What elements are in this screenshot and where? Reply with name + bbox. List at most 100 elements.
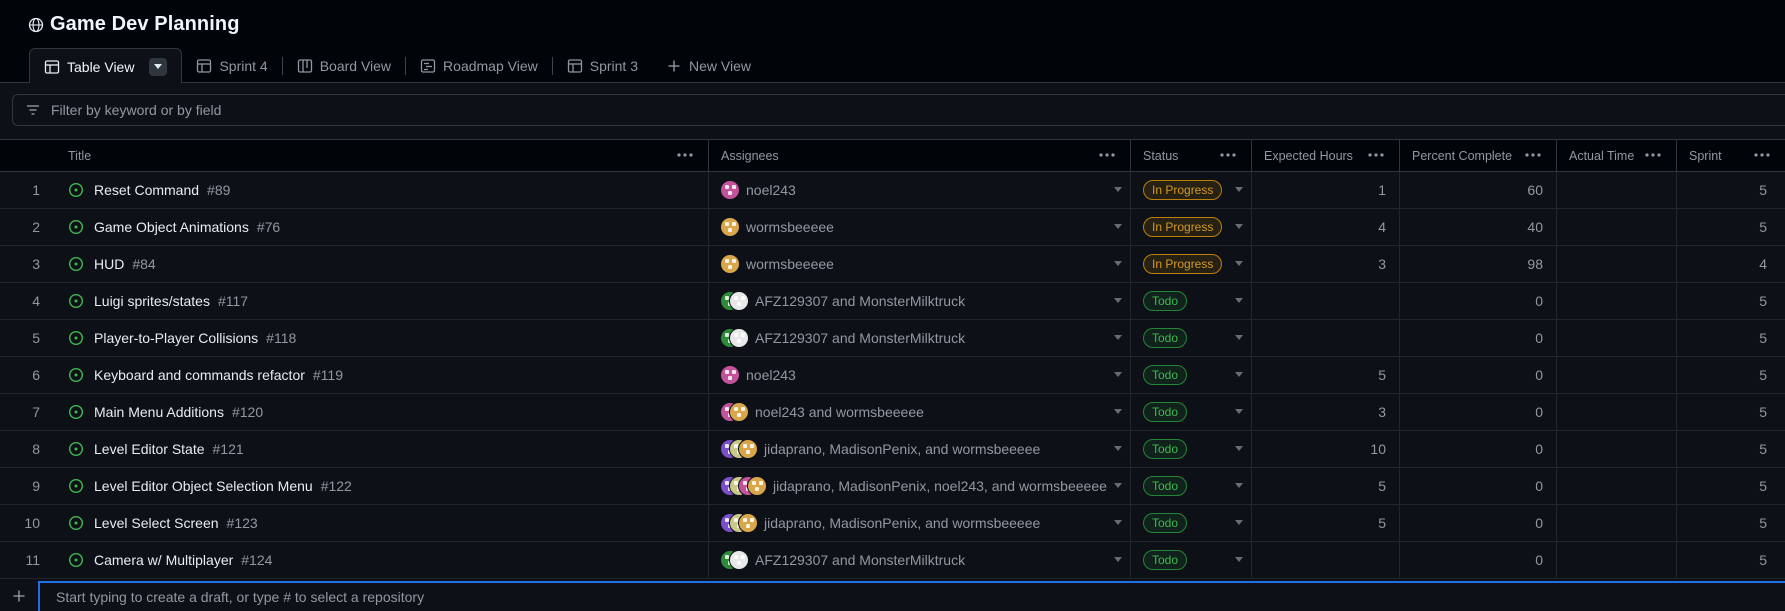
table-row[interactable]: 4 Luigi sprites/states #117 AFZ129307 an… <box>0 283 1785 320</box>
percent-complete-cell[interactable]: 60 <box>1399 172 1556 208</box>
actual-time-cell[interactable] <box>1556 468 1676 504</box>
title-cell[interactable]: Keyboard and commands refactor #119 <box>56 357 708 393</box>
status-cell[interactable]: Todo <box>1130 468 1251 504</box>
chevron-down-icon[interactable] <box>1114 187 1122 193</box>
actual-time-cell[interactable] <box>1556 283 1676 319</box>
actual-time-cell[interactable] <box>1556 320 1676 356</box>
kebab-horizontal-icon[interactable] <box>1753 148 1771 162</box>
assignees-cell[interactable]: AFZ129307 and MonsterMilktruck <box>708 283 1130 319</box>
title-cell[interactable]: Player-to-Player Collisions #118 <box>56 320 708 356</box>
draft-item-input[interactable] <box>38 581 1785 611</box>
table-row[interactable]: 10 Level Select Screen #123 jidaprano, M… <box>0 505 1785 542</box>
percent-complete-cell[interactable]: 40 <box>1399 209 1556 245</box>
sprint-cell[interactable]: 5 <box>1676 283 1785 319</box>
expected-hours-cell[interactable]: 3 <box>1251 394 1399 430</box>
chevron-down-icon[interactable] <box>1235 483 1243 489</box>
assignees-cell[interactable]: jidaprano, MadisonPenix, noel243, and wo… <box>708 468 1130 504</box>
title-cell[interactable]: Camera w/ Multiplayer #124 <box>56 542 708 578</box>
chevron-down-icon[interactable] <box>1114 224 1122 230</box>
status-cell[interactable]: Todo <box>1130 505 1251 541</box>
issue-title-link[interactable]: Level Editor Object Selection Menu <box>94 478 313 494</box>
expected-hours-cell[interactable]: 5 <box>1251 468 1399 504</box>
kebab-horizontal-icon[interactable] <box>1644 148 1662 162</box>
chevron-down-icon[interactable] <box>1235 520 1243 526</box>
actual-time-cell[interactable] <box>1556 431 1676 467</box>
assignees-cell[interactable]: jidaprano, MadisonPenix, and wormsbeeeee <box>708 505 1130 541</box>
status-cell[interactable]: Todo <box>1130 320 1251 356</box>
expected-hours-cell[interactable] <box>1251 542 1399 578</box>
tab-options-button[interactable] <box>149 57 168 76</box>
column-header-status[interactable]: Status <box>1130 140 1251 172</box>
percent-complete-cell[interactable]: 0 <box>1399 542 1556 578</box>
filter-input[interactable]: Filter by keyword or by field <box>51 102 221 118</box>
sprint-cell[interactable]: 5 <box>1676 542 1785 578</box>
chevron-down-icon[interactable] <box>1114 261 1122 267</box>
title-cell[interactable]: Level Editor Object Selection Menu #122 <box>56 468 708 504</box>
actual-time-cell[interactable] <box>1556 505 1676 541</box>
sprint-cell[interactable]: 5 <box>1676 320 1785 356</box>
percent-complete-cell[interactable]: 98 <box>1399 246 1556 282</box>
title-cell[interactable]: Luigi sprites/states #117 <box>56 283 708 319</box>
status-cell[interactable]: Todo <box>1130 431 1251 467</box>
actual-time-cell[interactable] <box>1556 394 1676 430</box>
column-header-sprint[interactable]: Sprint <box>1676 140 1785 172</box>
column-header-expected-hours[interactable]: Expected Hours <box>1251 140 1399 172</box>
table-row[interactable]: 8 Level Editor State #121 jidaprano, Mad… <box>0 431 1785 468</box>
sprint-cell[interactable]: 5 <box>1676 357 1785 393</box>
assignees-cell[interactable]: noel243 <box>708 172 1130 208</box>
percent-complete-cell[interactable]: 0 <box>1399 357 1556 393</box>
chevron-down-icon[interactable] <box>1235 261 1243 267</box>
add-item-button[interactable] <box>0 581 38 611</box>
status-cell[interactable]: Todo <box>1130 283 1251 319</box>
actual-time-cell[interactable] <box>1556 172 1676 208</box>
new-view-button[interactable]: New View <box>652 48 765 83</box>
actual-time-cell[interactable] <box>1556 357 1676 393</box>
chevron-down-icon[interactable] <box>1114 483 1122 489</box>
table-row[interactable]: 3 HUD #84 wormsbeeeee In Progress 3 98 4 <box>0 246 1785 283</box>
chevron-down-icon[interactable] <box>1114 557 1122 563</box>
issue-title-link[interactable]: HUD <box>94 256 124 272</box>
kebab-horizontal-icon[interactable] <box>1367 148 1385 162</box>
assignees-cell[interactable]: jidaprano, MadisonPenix, and wormsbeeeee <box>708 431 1130 467</box>
chevron-down-icon[interactable] <box>1235 187 1243 193</box>
status-cell[interactable]: In Progress <box>1130 246 1251 282</box>
expected-hours-cell[interactable]: 10 <box>1251 431 1399 467</box>
percent-complete-cell[interactable]: 0 <box>1399 505 1556 541</box>
percent-complete-cell[interactable]: 0 <box>1399 283 1556 319</box>
tab-sprint-4[interactable]: Sprint 4 <box>182 48 281 83</box>
table-row[interactable]: 7 Main Menu Additions #120 noel243 and w… <box>0 394 1785 431</box>
tab-roadmap-view[interactable]: Roadmap View <box>406 48 552 83</box>
tab-board-view[interactable]: Board View <box>283 48 405 83</box>
chevron-down-icon[interactable] <box>1114 409 1122 415</box>
table-row[interactable]: 6 Keyboard and commands refactor #119 no… <box>0 357 1785 394</box>
tab-table-view[interactable]: Table View <box>29 48 183 84</box>
tab-sprint-3[interactable]: Sprint 3 <box>553 48 652 83</box>
issue-title-link[interactable]: Level Editor State <box>94 441 205 457</box>
issue-title-link[interactable]: Game Object Animations <box>94 219 249 235</box>
expected-hours-cell[interactable]: 5 <box>1251 505 1399 541</box>
percent-complete-cell[interactable]: 0 <box>1399 431 1556 467</box>
column-header-actual-time[interactable]: Actual Time <box>1556 140 1676 172</box>
table-row[interactable]: 5 Player-to-Player Collisions #118 AFZ12… <box>0 320 1785 357</box>
issue-title-link[interactable]: Reset Command <box>94 182 199 198</box>
title-cell[interactable]: HUD #84 <box>56 246 708 282</box>
sprint-cell[interactable]: 5 <box>1676 209 1785 245</box>
percent-complete-cell[interactable]: 0 <box>1399 394 1556 430</box>
chevron-down-icon[interactable] <box>1235 298 1243 304</box>
expected-hours-cell[interactable]: 5 <box>1251 357 1399 393</box>
actual-time-cell[interactable] <box>1556 246 1676 282</box>
kebab-horizontal-icon[interactable] <box>1098 148 1116 162</box>
sprint-cell[interactable]: 5 <box>1676 172 1785 208</box>
status-cell[interactable]: In Progress <box>1130 172 1251 208</box>
table-row[interactable]: 11 Camera w/ Multiplayer #124 AFZ129307 … <box>0 542 1785 579</box>
chevron-down-icon[interactable] <box>1235 557 1243 563</box>
chevron-down-icon[interactable] <box>1114 446 1122 452</box>
chevron-down-icon[interactable] <box>1235 224 1243 230</box>
issue-title-link[interactable]: Player-to-Player Collisions <box>94 330 258 346</box>
assignees-cell[interactable]: AFZ129307 and MonsterMilktruck <box>708 542 1130 578</box>
expected-hours-cell[interactable]: 1 <box>1251 172 1399 208</box>
chevron-down-icon[interactable] <box>1235 335 1243 341</box>
table-row[interactable]: 2 Game Object Animations #76 wormsbeeeee… <box>0 209 1785 246</box>
title-cell[interactable]: Level Editor State #121 <box>56 431 708 467</box>
chevron-down-icon[interactable] <box>1235 372 1243 378</box>
